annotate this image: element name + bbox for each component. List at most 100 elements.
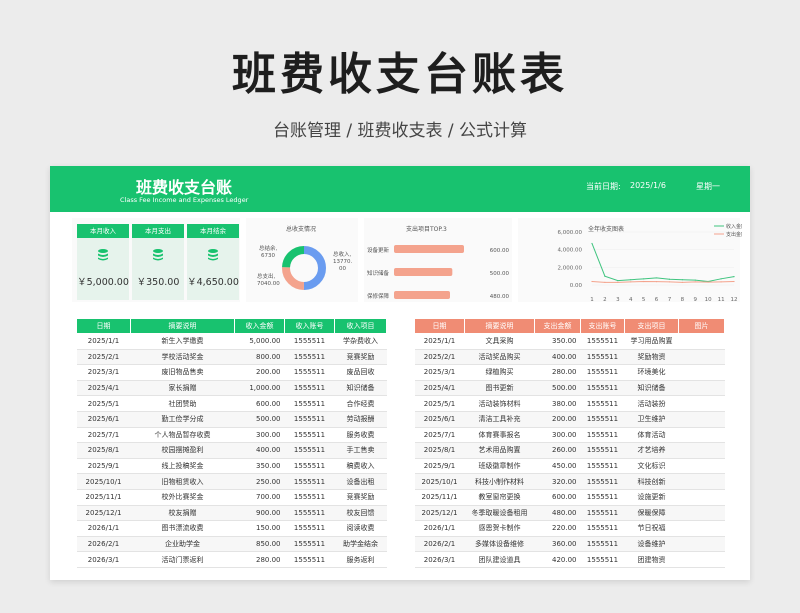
table-row[interactable]: 2025/11/1 教室窗帘更换 600.00 1555511 设施更新 [414,489,725,506]
table-row[interactable]: 2025/8/1 校园摆摊盈利 400.00 1555511 手工售卖 [76,442,387,459]
expense-cell[interactable]: 600.00 [534,489,581,506]
expense-cell[interactable]: 2025/7/1 [414,427,465,444]
income-cell[interactable]: 2025/8/1 [76,442,131,459]
expense-cell[interactable]: 2025/10/1 [414,473,465,490]
income-cell[interactable]: 竞赛奖励 [334,349,387,366]
income-cell[interactable]: 学杂费收入 [334,333,387,350]
expense-cell[interactable]: 清洁工具补充 [464,411,535,428]
expense-cell[interactable]: 文化标识 [624,458,679,475]
expense-cell[interactable]: 1555511 [580,364,625,381]
expense-cell[interactable]: 科技小制作材料 [464,473,535,490]
expense-cell[interactable]: 1555511 [580,505,625,522]
table-row[interactable]: 2025/9/1 线上投稿奖金 350.00 1555511 稿费收入 [76,458,387,475]
expense-cell[interactable]: 团队建设道具 [464,551,535,568]
table-row[interactable]: 2025/10/1 旧物租赁收入 250.00 1555511 设备出租 [76,473,387,490]
income-cell[interactable]: 1555511 [284,489,335,506]
expense-cell[interactable]: 1555511 [580,442,625,459]
expense-cell[interactable]: 2025/5/1 [414,395,465,412]
expense-cell[interactable]: 设备维护 [624,536,679,553]
expense-cell[interactable]: 环境美化 [624,364,679,381]
income-header-cell[interactable]: 收入金额 [234,318,285,334]
income-cell[interactable]: 350.00 [234,458,285,475]
income-cell[interactable]: 200.00 [234,364,285,381]
expense-cell[interactable]: 2025/4/1 [414,380,465,397]
income-cell[interactable]: 校园摆摊盈利 [130,442,235,459]
table-row[interactable]: 2025/11/1 校外比赛奖金 700.00 1555511 竞赛奖励 [76,489,387,506]
expense-cell[interactable]: 1555511 [580,536,625,553]
expense-cell[interactable]: 300.00 [534,427,581,444]
income-cell[interactable]: 2025/12/1 [76,505,131,522]
income-cell[interactable]: 1555511 [284,427,335,444]
expense-cell[interactable]: 260.00 [534,442,581,459]
expense-cell[interactable]: 500.00 [534,380,581,397]
expense-cell[interactable]: 320.00 [534,473,581,490]
expense-cell[interactable]: 200.00 [534,411,581,428]
expense-cell[interactable]: 1555511 [580,551,625,568]
expense-cell[interactable]: 设施更新 [624,489,679,506]
expense-cell[interactable] [678,395,725,412]
expense-cell[interactable]: 感恩贺卡制作 [464,520,535,537]
expense-cell[interactable] [678,349,725,366]
table-row[interactable]: 2025/9/1 班级徽章制作 450.00 1555511 文化标识 [414,458,725,475]
expense-cell[interactable]: 团建物资 [624,551,679,568]
income-cell[interactable]: 2025/5/1 [76,395,131,412]
income-cell[interactable]: 学校活动奖金 [130,349,235,366]
expense-cell[interactable]: 1555511 [580,458,625,475]
income-cell[interactable]: 2025/7/1 [76,427,131,444]
expense-cell[interactable]: 2025/11/1 [414,489,465,506]
income-cell[interactable]: 1555511 [284,442,335,459]
expense-cell[interactable]: 1555511 [580,349,625,366]
expense-cell[interactable]: 图书更新 [464,380,535,397]
income-cell[interactable]: 手工售卖 [334,442,387,459]
income-cell[interactable]: 1555511 [284,380,335,397]
expense-cell[interactable]: 480.00 [534,505,581,522]
expense-cell[interactable]: 艺术用品购置 [464,442,535,459]
expense-cell[interactable] [678,489,725,506]
expense-cell[interactable]: 360.00 [534,536,581,553]
income-header-cell[interactable]: 收入账号 [284,318,335,334]
income-cell[interactable]: 1555511 [284,349,335,366]
expense-cell[interactable]: 卫生维护 [624,411,679,428]
income-header-cell[interactable]: 收入项目 [334,318,387,334]
expense-cell[interactable]: 400.00 [534,349,581,366]
expense-cell[interactable]: 奖励物资 [624,349,679,366]
expense-cell[interactable] [678,473,725,490]
income-cell[interactable]: 280.00 [234,551,285,568]
income-cell[interactable]: 300.00 [234,427,285,444]
expense-cell[interactable] [678,551,725,568]
income-cell[interactable]: 1555511 [284,333,335,350]
expense-cell[interactable]: 才艺培养 [624,442,679,459]
income-cell[interactable]: 400.00 [234,442,285,459]
income-cell[interactable]: 2025/3/1 [76,364,131,381]
income-cell[interactable]: 2026/1/1 [76,520,131,537]
table-row[interactable]: 2025/3/1 废旧物品售卖 200.00 1555511 废品回收 [76,364,387,381]
table-row[interactable]: 2025/7/1 个人物品暂存收费 300.00 1555511 服务收费 [76,427,387,444]
expense-cell[interactable]: 体育活动 [624,427,679,444]
income-cell[interactable]: 阅读收费 [334,520,387,537]
income-cell[interactable]: 新生入学缴费 [130,333,235,350]
income-cell[interactable]: 社团赞助 [130,395,235,412]
expense-cell[interactable] [678,427,725,444]
income-cell[interactable]: 2025/11/1 [76,489,131,506]
income-cell[interactable]: 个人物品暂存收费 [130,427,235,444]
expense-cell[interactable]: 2025/3/1 [414,364,465,381]
income-cell[interactable]: 2026/2/1 [76,536,131,553]
income-cell[interactable]: 1555511 [284,520,335,537]
expense-cell[interactable] [678,458,725,475]
table-row[interactable]: 2025/1/1 文具采购 350.00 1555511 学习用品购置 [414,333,725,350]
table-row[interactable]: 2025/7/1 体育赛事报名 300.00 1555511 体育活动 [414,427,725,444]
expense-header-cell[interactable]: 摘要说明 [464,318,535,334]
expense-cell[interactable]: 450.00 [534,458,581,475]
table-row[interactable]: 2025/1/1 新生入学缴费 5,000.00 1555511 学杂费收入 [76,333,387,350]
expense-cell[interactable] [678,380,725,397]
income-cell[interactable]: 图书漂流收费 [130,520,235,537]
table-row[interactable]: 2025/5/1 活动装饰材料 380.00 1555511 活动装扮 [414,395,725,412]
income-cell[interactable]: 废旧物品售卖 [130,364,235,381]
income-cell[interactable]: 勤工俭学分成 [130,411,235,428]
expense-cell[interactable]: 1555511 [580,333,625,350]
income-cell[interactable]: 700.00 [234,489,285,506]
expense-header-cell[interactable]: 支出项目 [624,318,679,334]
income-cell[interactable]: 1555511 [284,536,335,553]
expense-cell[interactable]: 文具采购 [464,333,535,350]
table-row[interactable]: 2026/1/1 感恩贺卡制作 220.00 1555511 节日祝福 [414,520,725,537]
